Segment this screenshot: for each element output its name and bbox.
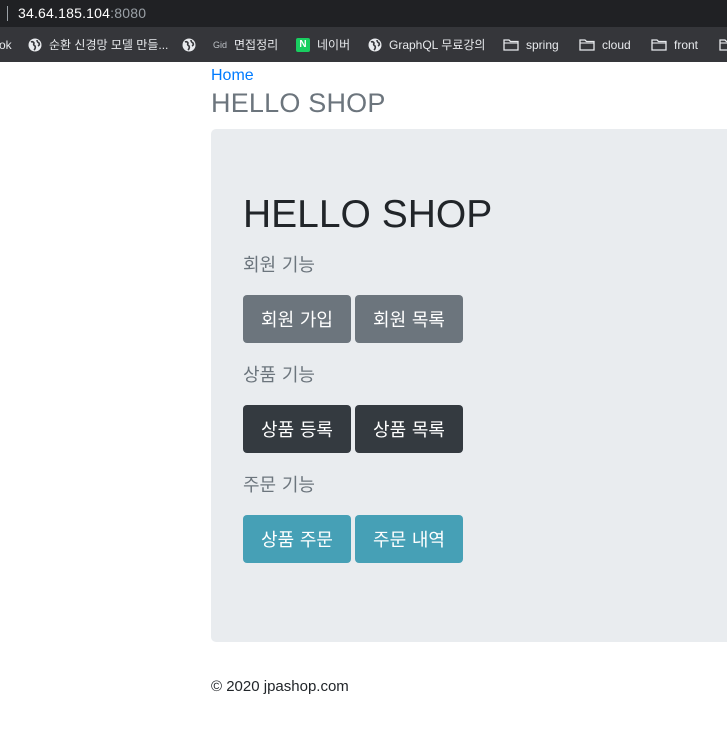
folder-icon	[651, 38, 667, 51]
bookmark-label: GraphQL 무료강의	[389, 38, 486, 52]
naver-icon: N	[296, 37, 310, 52]
globe-icon	[368, 38, 382, 52]
order-item-button[interactable]: 상품 주문	[243, 515, 351, 563]
url-host: 34.64.185.104	[18, 5, 111, 21]
url-port: :8080	[110, 5, 147, 21]
member-join-button[interactable]: 회원 가입	[243, 295, 351, 343]
jumbotron: HELLO SHOP 회원 기능 회원 가입 회원 목록 상품 기능 상품 등록…	[211, 129, 727, 642]
bookmark-item[interactable]	[182, 27, 203, 62]
bookmark-item[interactable]: 순환 신경망 모델 만들...	[28, 27, 168, 62]
bookmark-label: 네이버	[317, 38, 351, 52]
bookmark-label: spring	[526, 37, 559, 52]
home-link[interactable]: Home	[211, 67, 254, 85]
bookmarks-bar: ok 순환 신경망 모델 만들... Gid 면접정리 N 네이버 GraphQ…	[0, 27, 727, 62]
globe-icon	[182, 38, 196, 52]
bookmark-label: ok	[0, 37, 12, 52]
bookmark-label: 면접정리	[234, 38, 279, 52]
bookmark-item[interactable]: Gid 면접정리	[213, 27, 278, 62]
footer-copyright: © 2020 jpashop.com	[211, 678, 349, 695]
folder-icon[interactable]	[719, 38, 727, 54]
url-text[interactable]: 34.64.185.104:8080	[18, 5, 146, 21]
item-section-label: 상품 기능	[243, 365, 315, 386]
page-title: HELLO SHOP	[211, 88, 386, 118]
bookmark-item[interactable]: front	[651, 27, 698, 62]
globe-icon	[28, 38, 42, 52]
address-bar[interactable]: 34.64.185.104:8080	[0, 0, 727, 27]
bookmark-item[interactable]: spring	[503, 27, 559, 62]
item-list-button[interactable]: 상품 목록	[355, 405, 463, 453]
text-cursor	[7, 6, 8, 21]
bookmark-item[interactable]: ok	[0, 27, 12, 62]
jumbotron-title: HELLO SHOP	[243, 193, 493, 236]
bookmark-item[interactable]: N 네이버	[296, 27, 350, 62]
bookmark-item[interactable]: GraphQL 무료강의	[368, 27, 485, 62]
bookmark-label: front	[674, 37, 699, 52]
item-register-button[interactable]: 상품 등록	[243, 405, 351, 453]
order-history-button[interactable]: 주문 내역	[355, 515, 463, 563]
folder-icon	[579, 38, 595, 51]
gid-icon: Gid	[213, 39, 228, 50]
member-section-label: 회원 기능	[243, 255, 315, 276]
member-list-button[interactable]: 회원 목록	[355, 295, 463, 343]
bookmark-label: cloud	[602, 37, 631, 52]
bookmark-item[interactable]: cloud	[579, 27, 631, 62]
order-section-label: 주문 기능	[243, 475, 315, 496]
folder-icon	[503, 38, 519, 51]
bookmark-label: 순환 신경망 모델 만들...	[49, 38, 169, 52]
